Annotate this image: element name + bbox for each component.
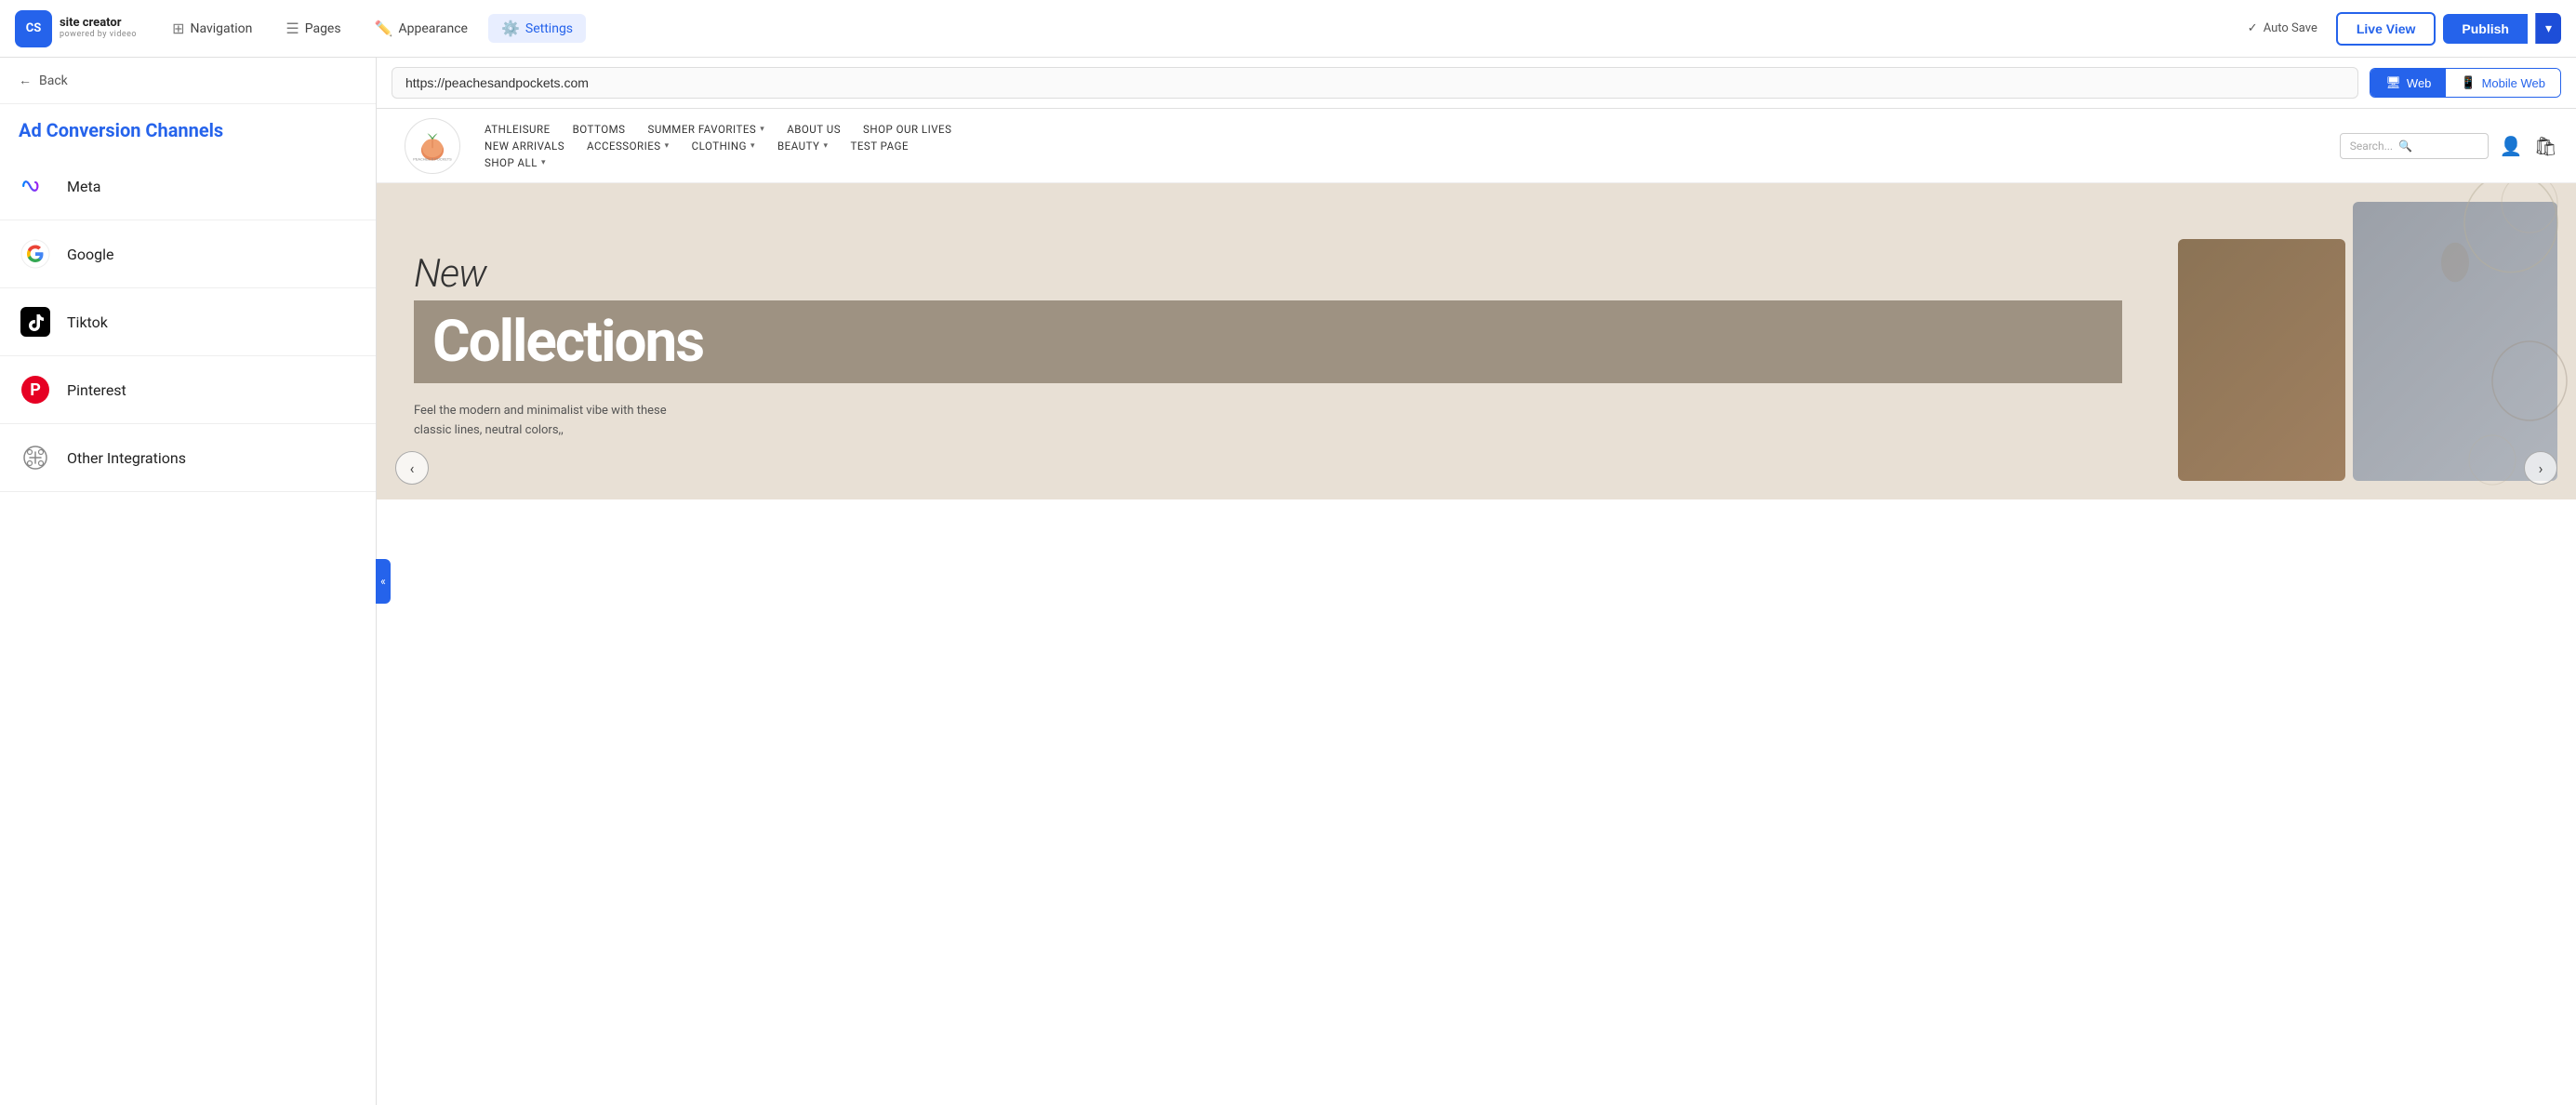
back-arrow-icon: ← bbox=[19, 73, 32, 88]
main-layout: ← Back Ad Conversion Channels bbox=[0, 58, 2576, 1105]
site-nav-summer[interactable]: SUMMER FAVORITES ▾ bbox=[647, 123, 764, 136]
site-nav-right: Search... 🔍 👤 🛍 bbox=[2340, 133, 2557, 159]
hero-collections-text: Collections bbox=[432, 308, 2104, 376]
sidebar-item-tiktok[interactable]: Tiktok bbox=[0, 288, 376, 356]
tiktok-icon bbox=[19, 305, 52, 339]
hero-images bbox=[2159, 183, 2576, 499]
svg-text:PEACHES & POCKETS: PEACHES & POCKETS bbox=[413, 157, 452, 161]
collapse-icon: « bbox=[380, 575, 386, 588]
logo-icon: CS bbox=[15, 10, 52, 47]
hero-new-text: New bbox=[414, 251, 2122, 297]
sidebar-item-pinterest[interactable]: P Pinterest bbox=[0, 356, 376, 424]
other-integrations-icon bbox=[19, 441, 52, 474]
sidebar-item-other[interactable]: Other Integrations bbox=[0, 424, 376, 492]
hero-next-button[interactable]: › bbox=[2524, 451, 2557, 485]
nav-item-settings-label: Settings bbox=[525, 21, 573, 36]
pinterest-logo: P bbox=[21, 376, 49, 404]
sidebar-item-google-label: Google bbox=[67, 246, 114, 263]
sidebar-item-meta[interactable]: Meta bbox=[0, 153, 376, 220]
sidebar-item-tiktok-label: Tiktok bbox=[67, 313, 108, 331]
mobile-view-label: Mobile Web bbox=[2482, 76, 2545, 90]
back-button[interactable]: ← Back bbox=[0, 58, 376, 104]
sidebar-item-google[interactable]: Google bbox=[0, 220, 376, 288]
appearance-icon: ✏️ bbox=[375, 20, 393, 37]
publish-chevron-button[interactable]: ▾ bbox=[2535, 13, 2561, 44]
site-navigation: PEACHES & POCKETS ATHLEISURE BOTTOMS SUM… bbox=[377, 109, 2576, 183]
pinterest-icon: P bbox=[19, 373, 52, 406]
auto-save-area: ✓ Auto Save bbox=[2248, 21, 2317, 35]
preview-area: 🖥 Web 📱 Mobile Web bbox=[377, 58, 2576, 1105]
sidebar: ← Back Ad Conversion Channels bbox=[0, 58, 377, 1105]
site-search-placeholder: Search... bbox=[2350, 140, 2393, 153]
site-nav-test-page[interactable]: TEST PAGE bbox=[850, 140, 909, 153]
site-nav-accessories[interactable]: ACCESSORIES ▾ bbox=[587, 140, 670, 153]
hero-description: Feel the modern and minimalist vibe with… bbox=[414, 402, 693, 441]
hero-collections-bg: Collections bbox=[414, 300, 2122, 383]
logo-area: CS site creator powered by videeo bbox=[15, 10, 137, 47]
site-nav-beauty[interactable]: BEAUTY ▾ bbox=[777, 140, 828, 153]
site-nav-new-arrivals[interactable]: NEW ARRIVALS bbox=[485, 140, 564, 153]
sidebar-item-meta-label: Meta bbox=[67, 178, 100, 195]
nav-item-pages-label: Pages bbox=[305, 21, 341, 36]
nav-item-navigation[interactable]: ⊞ Navigation bbox=[159, 14, 265, 43]
site-nav-row-3: SHOP ALL ▾ bbox=[485, 156, 2325, 169]
sidebar-title: Ad Conversion Channels bbox=[0, 104, 376, 153]
site-nav-shop-all[interactable]: SHOP ALL ▾ bbox=[485, 156, 546, 169]
mobile-view-button[interactable]: 📱 Mobile Web bbox=[2446, 69, 2560, 97]
nav-item-navigation-label: Navigation bbox=[190, 21, 252, 36]
search-icon: 🔍 bbox=[2398, 140, 2412, 153]
cart-icon[interactable]: 🛍 bbox=[2534, 135, 2557, 157]
nav-item-pages[interactable]: ☰ Pages bbox=[272, 14, 353, 43]
logo-title: site creator bbox=[60, 17, 137, 30]
view-toggle: 🖥 Web 📱 Mobile Web bbox=[2370, 68, 2561, 98]
site-nav-about[interactable]: ABOUT US bbox=[787, 123, 841, 136]
sidebar-item-other-label: Other Integrations bbox=[67, 449, 186, 467]
back-label: Back bbox=[39, 73, 68, 88]
site-logo: PEACHES & POCKETS bbox=[395, 118, 470, 174]
site-nav-bottoms[interactable]: BOTTOMS bbox=[573, 123, 626, 136]
live-view-button[interactable]: Live View bbox=[2336, 12, 2437, 46]
nav-item-appearance[interactable]: ✏️ Appearance bbox=[362, 14, 481, 43]
nav-item-appearance-label: Appearance bbox=[399, 21, 468, 36]
hero-section: New Collections Feel the modern and mini… bbox=[377, 183, 2576, 499]
site-nav-links: ATHLEISURE BOTTOMS SUMMER FAVORITES ▾ AB… bbox=[470, 115, 2340, 177]
google-icon bbox=[19, 237, 52, 271]
site-nav-row-1: ATHLEISURE BOTTOMS SUMMER FAVORITES ▾ AB… bbox=[485, 123, 2325, 136]
site-nav-clothing[interactable]: CLOTHING ▾ bbox=[692, 140, 755, 153]
publish-button[interactable]: Publish bbox=[2443, 14, 2528, 44]
site-nav-athleisure[interactable]: ATHLEISURE bbox=[485, 123, 551, 136]
sidebar-items: Meta Google bbox=[0, 153, 376, 1105]
site-nav-row-2: NEW ARRIVALS ACCESSORIES ▾ CLOTHING ▾ BE… bbox=[485, 140, 2325, 153]
hero-image-2 bbox=[2353, 202, 2557, 481]
monitor-icon: 🖥 bbox=[2385, 75, 2401, 90]
logo-subtitle: powered by videeo bbox=[60, 31, 137, 40]
nav-icon: ⊞ bbox=[172, 20, 184, 37]
hero-content: New Collections Feel the modern and mini… bbox=[377, 183, 2159, 499]
collapse-sidebar-tab[interactable]: « bbox=[376, 559, 391, 604]
website-preview: PEACHES & POCKETS ATHLEISURE BOTTOMS SUM… bbox=[377, 109, 2576, 1105]
pages-icon: ☰ bbox=[285, 20, 299, 37]
url-bar: 🖥 Web 📱 Mobile Web bbox=[377, 58, 2576, 109]
web-view-button[interactable]: 🖥 Web bbox=[2370, 69, 2446, 97]
logo-text-area: site creator powered by videeo bbox=[60, 17, 137, 39]
auto-save-check-icon: ✓ bbox=[2248, 21, 2258, 35]
settings-icon: ⚙️ bbox=[501, 20, 520, 37]
mobile-icon: 📱 bbox=[2461, 75, 2476, 90]
meta-icon bbox=[19, 169, 52, 203]
top-navigation: CS site creator powered by videeo ⊞ Navi… bbox=[0, 0, 2576, 58]
sidebar-item-pinterest-label: Pinterest bbox=[67, 381, 126, 399]
url-input[interactable] bbox=[392, 67, 2358, 99]
site-logo-circle: PEACHES & POCKETS bbox=[405, 118, 460, 174]
site-nav-shop-lives[interactable]: SHOP OUR LIVES bbox=[863, 123, 951, 136]
site-search[interactable]: Search... 🔍 bbox=[2340, 133, 2489, 159]
auto-save-label: Auto Save bbox=[2264, 21, 2317, 35]
hero-image-1 bbox=[2178, 239, 2345, 481]
nav-item-settings[interactable]: ⚙️ Settings bbox=[488, 14, 586, 43]
user-icon[interactable]: 👤 bbox=[2500, 135, 2523, 157]
web-view-label: Web bbox=[2407, 76, 2432, 90]
